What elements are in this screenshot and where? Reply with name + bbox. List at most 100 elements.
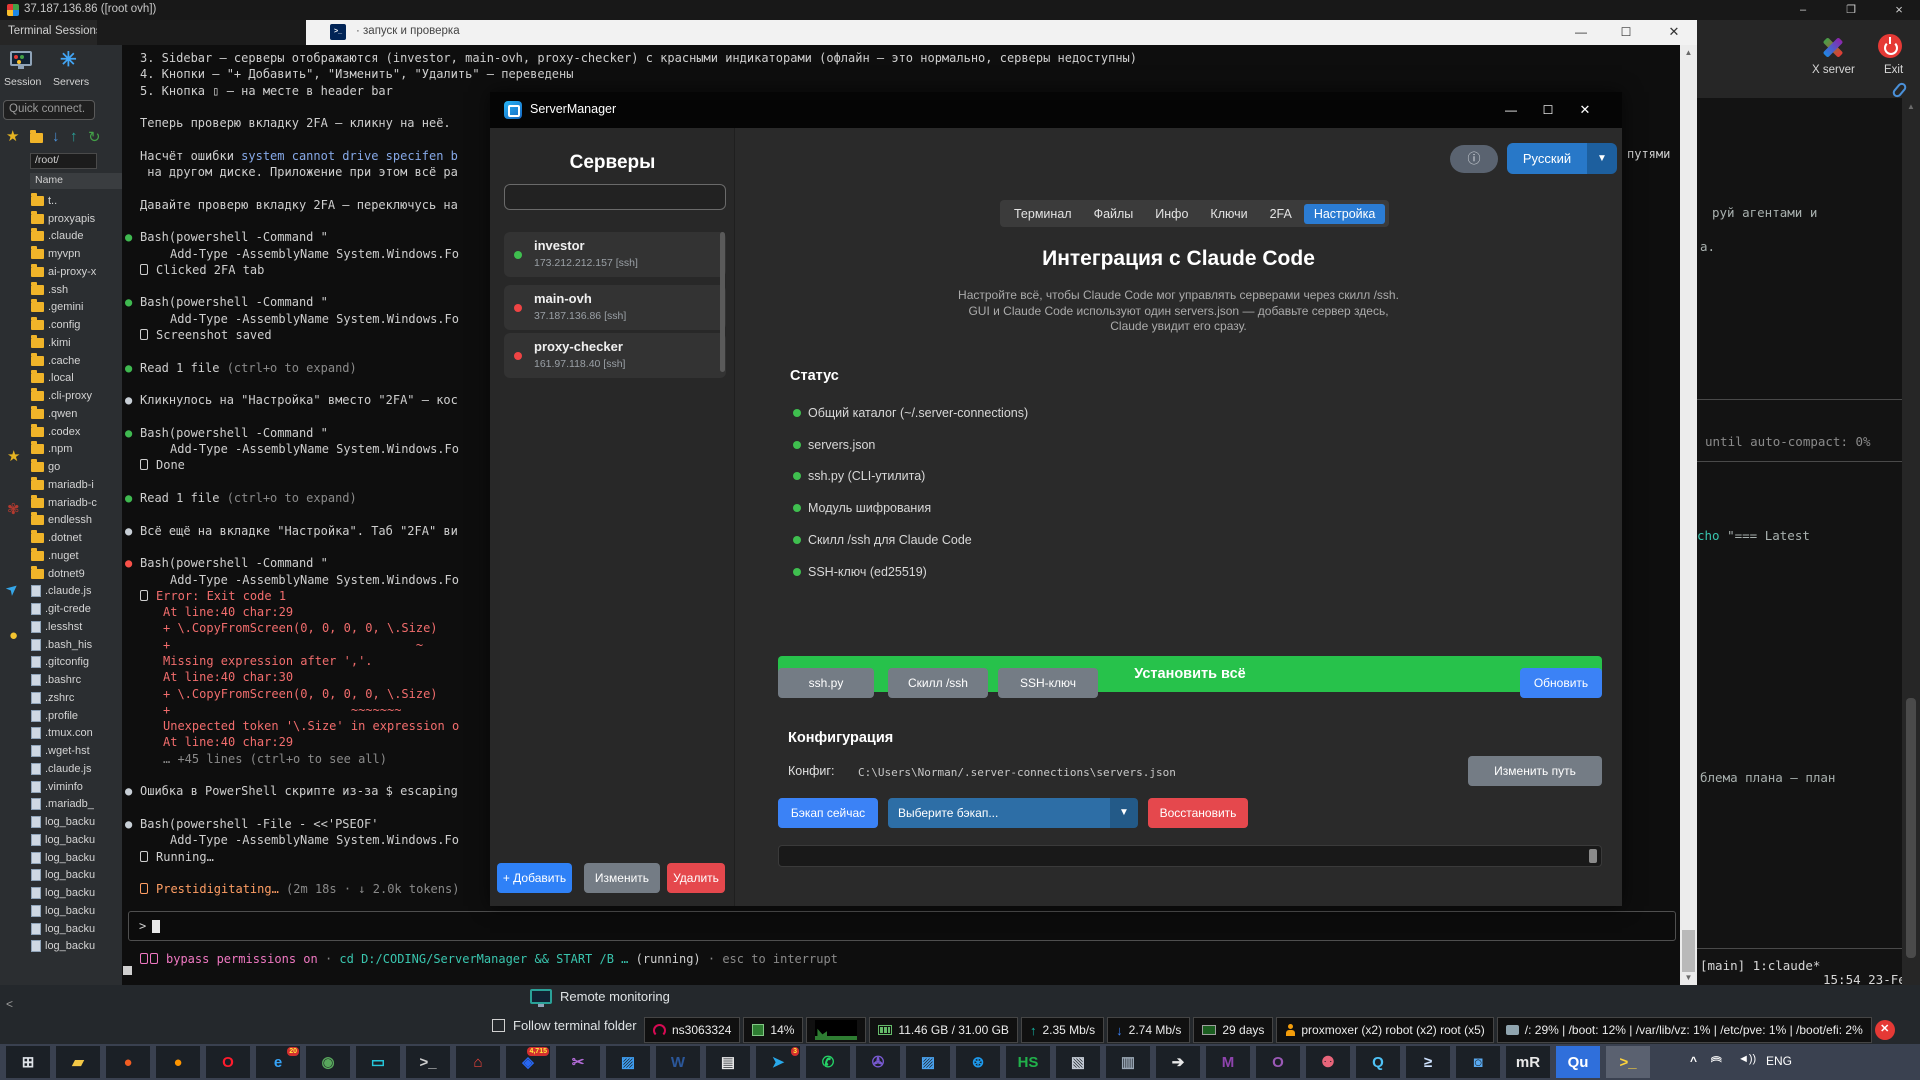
scroll-down-icon[interactable]: ▼ [1680, 973, 1697, 982]
taskbar-icon-teamviewer[interactable]: ◈4,715 [506, 1046, 550, 1078]
wifi-icon[interactable]: ((( [1711, 1056, 1723, 1061]
taskbar-icon-python-console[interactable]: >_ [1606, 1046, 1650, 1078]
taskbar-icon-mremoteng[interactable]: mR [1506, 1046, 1550, 1078]
terminal-close-button[interactable]: ✕ [1654, 20, 1694, 45]
sm-console-strip[interactable] [778, 845, 1602, 867]
add-server-button[interactable]: + Добавить [497, 863, 572, 893]
servers-label[interactable]: Servers [53, 76, 89, 88]
file-row[interactable]: .bashrc [0, 671, 122, 689]
exit-icon[interactable] [1878, 34, 1902, 58]
taskbar-icon-edge[interactable]: e20 [256, 1046, 300, 1078]
file-row[interactable]: .config [0, 316, 122, 334]
sm-close-button[interactable]: ✕ [1569, 98, 1601, 122]
taskbar-icon-docker[interactable]: ⊛ [956, 1046, 1000, 1078]
chevron-down-icon[interactable]: ▼ [1587, 143, 1617, 174]
taskbar-icon-writer[interactable]: ▤ [706, 1046, 750, 1078]
file-row[interactable]: log_backu [0, 849, 122, 867]
ball-icon[interactable]: ● [9, 627, 18, 644]
file-row[interactable]: .claude [0, 228, 122, 246]
file-row[interactable]: log_backu [0, 902, 122, 920]
file-row[interactable]: log_backu [0, 867, 122, 885]
terminal-scroll-thumb[interactable] [1682, 930, 1695, 972]
tab-Ключи[interactable]: Ключи [1200, 204, 1257, 224]
session-label[interactable]: Session [4, 76, 41, 88]
chevron-down-icon[interactable]: ▼ [1110, 798, 1138, 828]
delete-server-button[interactable]: Удалить [667, 863, 725, 893]
file-row[interactable]: dotnet9 [0, 565, 122, 583]
moba-close-button[interactable]: × [1882, 0, 1916, 20]
follow-folder-label[interactable]: Follow terminal folder [513, 1018, 637, 1033]
terminal-maximize-button[interactable]: ☐ [1606, 20, 1646, 45]
taskbar-icon-launcher[interactable]: ➔ [1156, 1046, 1200, 1078]
file-row[interactable]: .cache [0, 352, 122, 370]
tab-Настройка[interactable]: Настройка [1304, 204, 1386, 224]
monitor-close-button[interactable]: ✕ [1875, 1020, 1895, 1040]
file-row[interactable]: .ssh [0, 281, 122, 299]
edit-server-button[interactable]: Изменить [584, 863, 660, 893]
server-search-input[interactable] [504, 184, 726, 210]
file-row[interactable]: log_backu [0, 831, 122, 849]
x-server-label[interactable]: X server [1812, 64, 1855, 76]
language-dropdown[interactable]: Русский ▼ [1507, 143, 1617, 174]
file-row[interactable]: .bash_his [0, 636, 122, 654]
file-row[interactable]: .claude.js [0, 760, 122, 778]
file-row[interactable]: log_backu [0, 813, 122, 831]
scroll-up-icon[interactable]: ▲ [1680, 48, 1697, 57]
file-row[interactable]: myvpn [0, 245, 122, 263]
file-row[interactable]: .nuget [0, 547, 122, 565]
tab-Инфо[interactable]: Инфо [1145, 204, 1198, 224]
ssh-key-button[interactable]: SSH-ключ [998, 668, 1098, 698]
taskbar-icon-firefox[interactable]: ● [156, 1046, 200, 1078]
file-row[interactable]: .mariadb_ [0, 796, 122, 814]
file-row[interactable]: .tmux.con [0, 725, 122, 743]
file-column-header[interactable]: Name [30, 173, 122, 189]
restore-button[interactable]: Восстановить [1148, 798, 1248, 828]
console-scroll-thumb[interactable] [1589, 849, 1597, 863]
file-row[interactable]: log_backu [0, 884, 122, 902]
menu-terminal[interactable]: Terminal [8, 25, 51, 37]
x-server-icon[interactable] [1820, 34, 1846, 60]
taskbar-icon-brave[interactable]: ● [106, 1046, 150, 1078]
taskbar-icon-msi[interactable]: M [1206, 1046, 1250, 1078]
server-list-scroll-thumb[interactable] [720, 232, 725, 372]
info-button[interactable]: ⓘ [1450, 145, 1498, 173]
file-row[interactable]: .qwen [0, 405, 122, 423]
server-card-main-ovh[interactable]: main-ovh37.187.136.86 [ssh] [504, 285, 726, 330]
backup-select[interactable]: Выберите бэкап... ▼ [888, 798, 1138, 828]
file-row[interactable]: .dotnet [0, 529, 122, 547]
terminal-minimize-button[interactable]: — [1561, 20, 1601, 45]
tray-language[interactable]: ENG [1766, 1054, 1792, 1068]
taskbar-icon-quick-utmo[interactable]: Qu [1556, 1046, 1600, 1078]
file-row[interactable]: log_backu [0, 938, 122, 956]
terminal-scrollbar[interactable]: ▲ ▼ [1680, 45, 1697, 985]
file-row[interactable]: .gitconfig [0, 654, 122, 672]
taskbar-icon-opera[interactable]: O [206, 1046, 250, 1078]
sm-minimize-button[interactable]: — [1495, 98, 1527, 122]
tab-2FA[interactable]: 2FA [1260, 204, 1302, 224]
taskbar-icon-people[interactable]: ⚉ [1306, 1046, 1350, 1078]
taskbar-icon-q-app[interactable]: Q [1356, 1046, 1400, 1078]
taskbar-icon-screenshot[interactable]: ▧ [1056, 1046, 1100, 1078]
backup-now-button[interactable]: Бэкап сейчас [778, 798, 878, 828]
tray-chevron-icon[interactable]: ^ [1690, 1054, 1697, 1068]
tab-Терминал[interactable]: Терминал [1004, 204, 1082, 224]
file-row[interactable]: .viminfo [0, 778, 122, 796]
taskbar-icon-word[interactable]: W [656, 1046, 700, 1078]
folder-up-icon[interactable] [30, 133, 43, 143]
file-row[interactable]: .wget-hst [0, 742, 122, 760]
server-card-proxy-checker[interactable]: proxy-checker161.97.118.40 [ssh] [504, 333, 726, 378]
file-row[interactable]: ai-proxy-x [0, 263, 122, 281]
exit-label[interactable]: Exit [1884, 64, 1903, 76]
claude-input-box[interactable]: > [128, 911, 1676, 941]
refresh-icon[interactable]: ↻ [88, 128, 101, 146]
sshpy-button[interactable]: ssh.py [778, 668, 874, 698]
taskbar-icon-terminal[interactable]: >_ [406, 1046, 450, 1078]
file-row[interactable]: .zshrc [0, 689, 122, 707]
taskbar-icon-viber[interactable]: ✇ [856, 1046, 900, 1078]
file-row[interactable]: .lesshst [0, 618, 122, 636]
sm-maximize-button[interactable]: ☐ [1532, 98, 1564, 122]
sidebar-scroll-left[interactable]: < [6, 997, 13, 1011]
paperclip-icon[interactable] [1891, 81, 1908, 99]
file-row[interactable]: .codex [0, 423, 122, 441]
session-icon[interactable] [10, 51, 32, 66]
